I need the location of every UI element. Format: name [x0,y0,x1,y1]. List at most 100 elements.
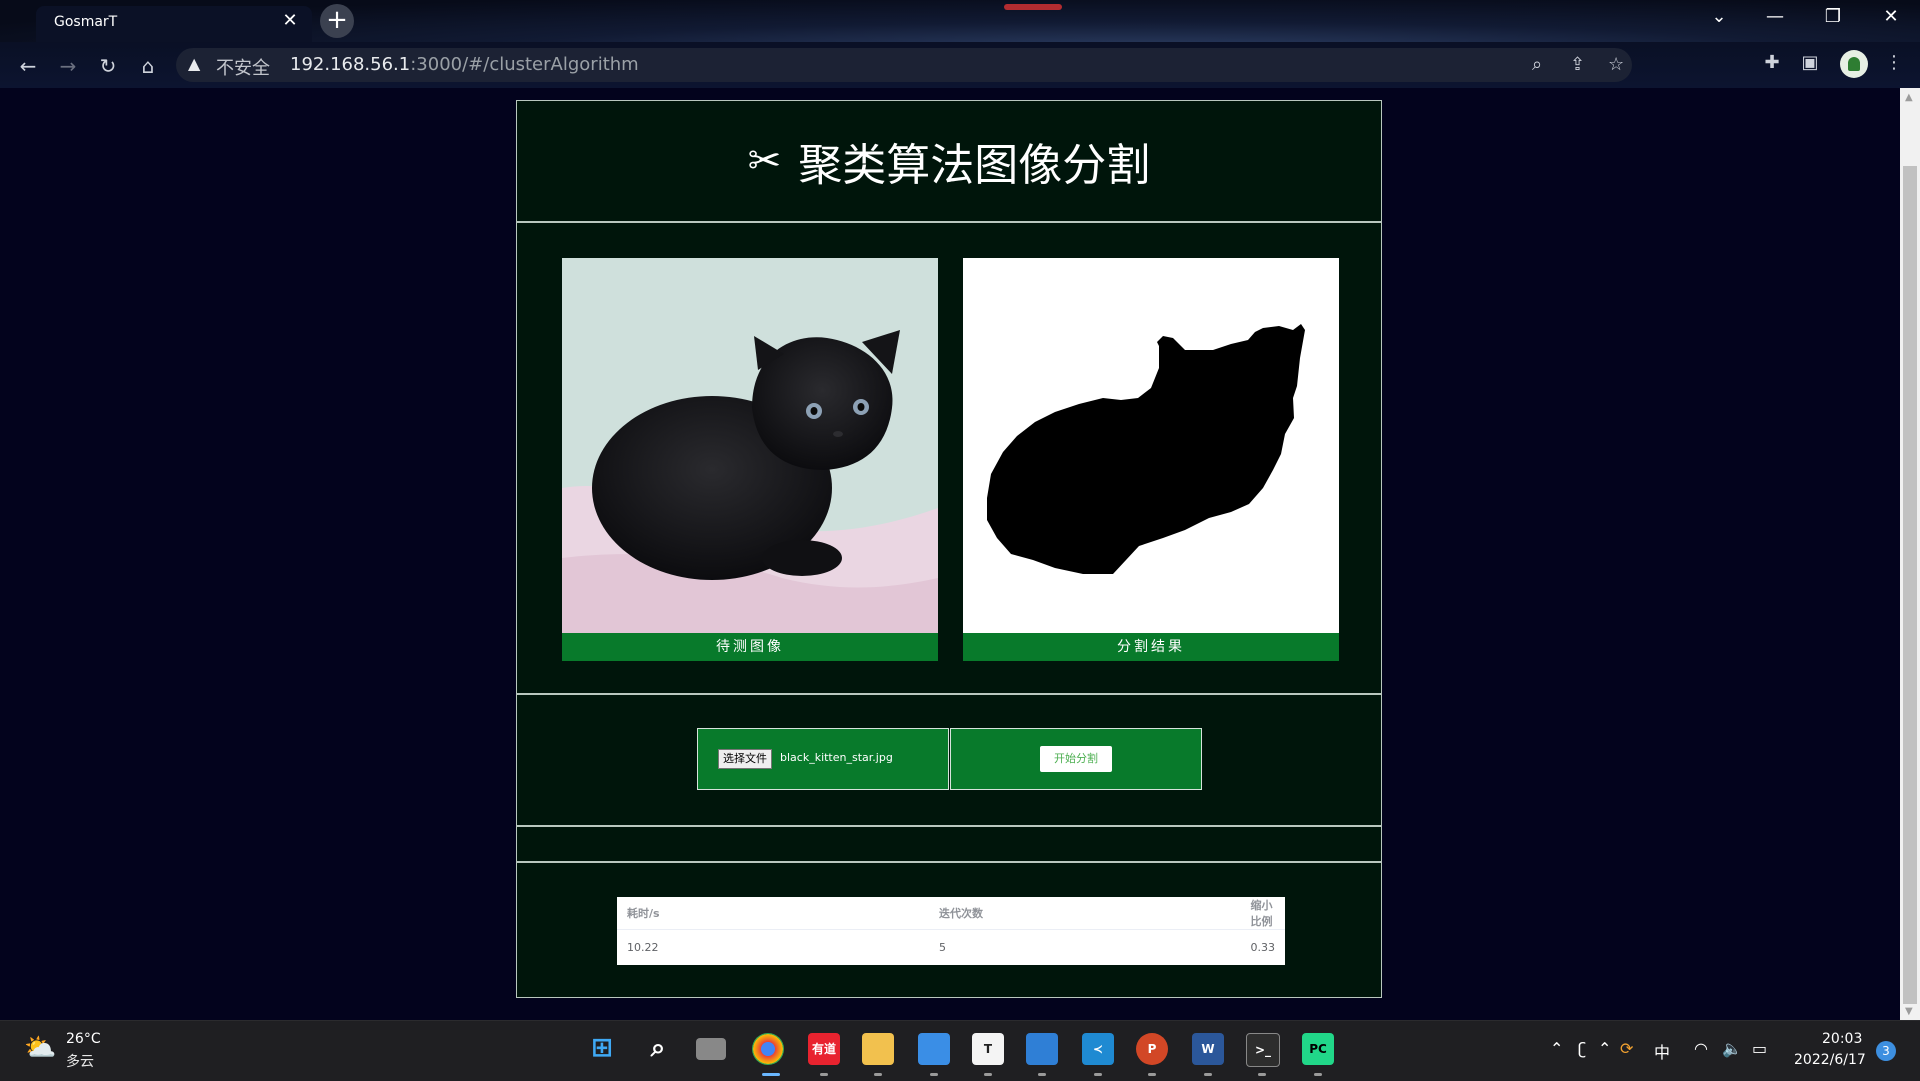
home-icon[interactable]: ⌂ [134,52,162,80]
windows-taskbar: ⛅ 26°C 多云 ⊞ ⌕ 有道 T ≺ P W >_ PC ⌃ ʗ ⌃ ⟳ 中… [0,1020,1920,1081]
reload-icon[interactable]: ↻ [94,52,122,80]
result-image-caption: 分割结果 [963,633,1339,661]
zoom-icon[interactable]: ⌕ [1532,54,1542,75]
powerpoint-running-indicator [1148,1073,1156,1076]
word-app-icon[interactable]: W [1192,1033,1224,1065]
cell-scale: 0.33 [1250,941,1276,954]
side-panel-icon[interactable]: ▣ [1796,52,1824,73]
tray-app-icon[interactable]: ʗ [1578,1039,1586,1058]
vscode-running-indicator [1094,1073,1102,1076]
notification-badge[interactable]: 3 [1876,1041,1896,1061]
vscode-app-icon[interactable]: ≺ [1082,1033,1114,1065]
controls-panel: 选择文件 black_kitten_star.jpg 开始分割 [516,694,1382,826]
typora-running-indicator [984,1073,992,1076]
recording-indicator [1004,4,1062,10]
start-windows-icon[interactable]: ⊞ [586,1033,618,1065]
tray-chevron-icon[interactable]: ⌃ [1598,1039,1611,1058]
search-icon[interactable]: ⌕ [642,1033,674,1065]
header-time: 耗时/s [617,897,930,930]
minimize-icon[interactable]: — [1752,6,1798,27]
extensions-icon[interactable]: ✚ [1758,52,1786,73]
weather-description[interactable]: 多云 [66,1051,94,1071]
cell-iterations: 5 [939,941,947,954]
back-icon[interactable]: ← [14,52,42,80]
browser-tab[interactable]: GosmarT ✕ [36,6,312,42]
result-image [963,258,1339,633]
cell-time: 10.22 [627,941,659,954]
pycharm-app-icon[interactable]: PC [1302,1033,1334,1065]
restore-icon[interactable]: ❐ [1810,6,1856,27]
wifi-icon[interactable]: ◠ [1694,1039,1708,1058]
start-segmentation-button[interactable]: 开始分割 [1040,746,1112,772]
warning-icon[interactable]: ▲ [188,54,200,73]
table-row: 10.22 5 0.33 [617,930,1285,966]
url-host: 192.168.56.1 [290,54,411,75]
new-tab-button[interactable]: + [320,4,354,38]
tray-overflow-chevron-icon[interactable]: ⌃ [1550,1039,1563,1058]
security-label[interactable]: 不安全 [216,54,270,80]
header-scale: 缩小比例 [1240,897,1285,930]
choose-file-button[interactable]: 选择文件 [718,749,772,769]
results-table: 耗时/s 迭代次数 缩小比例 10.22 5 0.33 [617,897,1285,965]
battery-icon[interactable]: ▭ [1752,1039,1767,1058]
segmentation-mask [963,258,1339,633]
clock-date[interactable]: 2022/6/17 [1794,1052,1866,1068]
youdao-app-icon[interactable]: 有道 [808,1033,840,1065]
close-window-icon[interactable]: ✕ [1868,6,1914,27]
page-heading: ✂ 聚类算法图像分割 [517,129,1381,193]
scroll-up-arrow-icon[interactable]: ▲ [1905,92,1913,103]
photos-running-indicator [1038,1073,1046,1076]
start-box: 开始分割 [950,728,1202,790]
share-icon[interactable]: ⇪ [1570,54,1585,75]
powerpoint-app-icon[interactable]: P [1136,1033,1168,1065]
scroll-down-arrow-icon[interactable]: ▼ [1905,1006,1913,1017]
menu-icon[interactable]: ⋮ [1880,52,1908,73]
sync-icon[interactable]: ⟳ [1620,1039,1633,1058]
typora-app-icon[interactable]: T [972,1033,1004,1065]
scissors-icon: ✂ [747,138,782,184]
file-explorer-icon[interactable] [862,1033,894,1065]
bookmark-star-icon[interactable]: ☆ [1608,54,1624,75]
input-image [562,258,938,633]
header-iterations: 迭代次数 [929,897,1241,930]
volume-icon[interactable]: 🔈 [1722,1039,1742,1058]
profile-avatar[interactable] [1840,50,1868,78]
terminal-app-icon[interactable]: >_ [1246,1033,1280,1067]
notepad-app-icon[interactable] [918,1033,950,1065]
weather-cloud-icon[interactable]: ⛅ [24,1033,56,1063]
chrome-app-icon[interactable] [752,1033,784,1065]
explorer-running-indicator [874,1073,882,1076]
forward-icon[interactable]: → [54,52,82,80]
task-view-icon[interactable] [696,1038,726,1060]
address-bar[interactable]: ▲ 不安全 192.168.56.1:3000/#/clusterAlgorit… [176,48,1632,82]
empty-panel [516,826,1382,862]
page-title: 聚类算法图像分割 [798,140,1151,191]
url-path: :3000/#/clusterAlgorithm [410,54,639,75]
input-image-caption: 待测图像 [562,633,938,661]
pycharm-running-indicator [1314,1073,1322,1076]
weather-temperature[interactable]: 26°C [66,1031,101,1047]
stats-panel: 耗时/s 迭代次数 缩小比例 10.22 5 0.33 [516,862,1382,998]
selected-file-name: black_kitten_star.jpg [780,751,893,764]
url-text[interactable]: 192.168.56.1:3000/#/clusterAlgorithm [290,54,639,75]
scroll-thumb[interactable] [1903,166,1917,1004]
table-header-row: 耗时/s 迭代次数 缩小比例 [617,897,1285,930]
word-running-indicator [1204,1073,1212,1076]
browser-title-bar: GosmarT ✕ + ⌄ — ❐ ✕ [0,0,1920,42]
page-scrollbar[interactable]: ▲ ▼ [1900,88,1920,1020]
file-upload-box: 选择文件 black_kitten_star.jpg [697,728,949,790]
youdao-running-indicator [820,1073,828,1076]
clock-time[interactable]: 20:03 [1822,1031,1862,1047]
notepad-running-indicator [930,1073,938,1076]
kitten-photo [562,258,938,633]
ime-indicator[interactable]: 中 [1654,1039,1670,1063]
photos-app-icon[interactable] [1026,1033,1058,1065]
chrome-active-indicator [762,1073,780,1076]
browser-toolbar: ← → ↻ ⌂ ▲ 不安全 192.168.56.1:3000/#/cluste… [0,42,1920,88]
images-panel: 待测图像 分割结果 [516,222,1382,694]
close-tab-icon[interactable]: ✕ [280,12,300,30]
tab-title: GosmarT [54,14,118,30]
terminal-running-indicator [1258,1073,1266,1076]
title-panel: ✂ 聚类算法图像分割 [516,100,1382,222]
tab-search-icon[interactable]: ⌄ [1696,6,1742,27]
